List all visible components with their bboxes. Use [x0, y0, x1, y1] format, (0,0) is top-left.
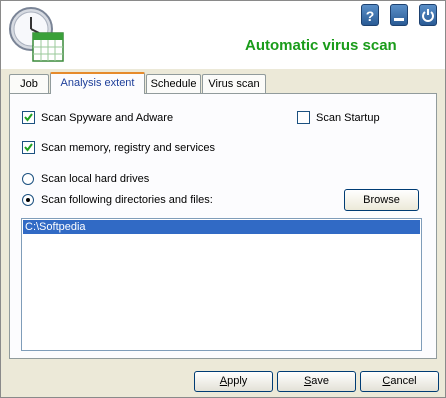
checkmark-icon: [24, 143, 33, 152]
tab-analysis-extent[interactable]: Analysis extent: [50, 72, 145, 94]
scan-memory-label: Scan memory, registry and services: [41, 142, 216, 154]
scan-spyware-checkbox[interactable]: [22, 111, 35, 124]
power-icon: [422, 9, 434, 22]
save-label: ave: [311, 375, 330, 387]
header: ? Automatic virus scan: [1, 1, 445, 69]
tab-virus-scan[interactable]: Virus scan: [202, 74, 266, 93]
analysis-extent-panel: Scan Spyware and Adware Scan Startup Sca…: [9, 93, 437, 359]
apply-mnemonic: A: [219, 375, 228, 387]
page-title: Automatic virus scan: [245, 37, 397, 54]
list-item[interactable]: C:\Softpedia: [23, 220, 420, 234]
app-window: ? Automatic virus scan Job Analysis exte…: [0, 0, 446, 398]
checkmark-icon: [24, 113, 33, 122]
scan-startup-label: Scan Startup: [316, 112, 380, 124]
tab-schedule[interactable]: Schedule: [146, 74, 201, 93]
scan-spyware-label: Scan Spyware and Adware: [41, 112, 174, 124]
tab-job[interactable]: Job: [9, 74, 49, 93]
cancel-button[interactable]: Cancel: [360, 371, 439, 392]
directories-list[interactable]: C:\Softpedia: [21, 218, 422, 351]
apply-label: pply: [227, 375, 248, 387]
minimize-icon: [394, 18, 404, 21]
scan-directories-radio[interactable]: [22, 194, 34, 206]
help-button[interactable]: ?: [361, 4, 379, 26]
cancel-label: ancel: [390, 375, 417, 387]
scan-local-drives-radio[interactable]: [22, 173, 34, 185]
browse-button[interactable]: Browse: [344, 189, 419, 211]
apply-button[interactable]: Apply: [194, 371, 273, 392]
scan-directories-label: Scan following directories and files:: [41, 194, 213, 206]
power-button[interactable]: [419, 4, 437, 26]
clock-calendar-icon: [9, 7, 64, 62]
minimize-button[interactable]: [390, 4, 408, 26]
scan-local-drives-label: Scan local hard drives: [41, 173, 150, 185]
scan-startup-checkbox[interactable]: [297, 111, 310, 124]
save-button[interactable]: Save: [277, 371, 356, 392]
scan-memory-checkbox[interactable]: [22, 141, 35, 154]
